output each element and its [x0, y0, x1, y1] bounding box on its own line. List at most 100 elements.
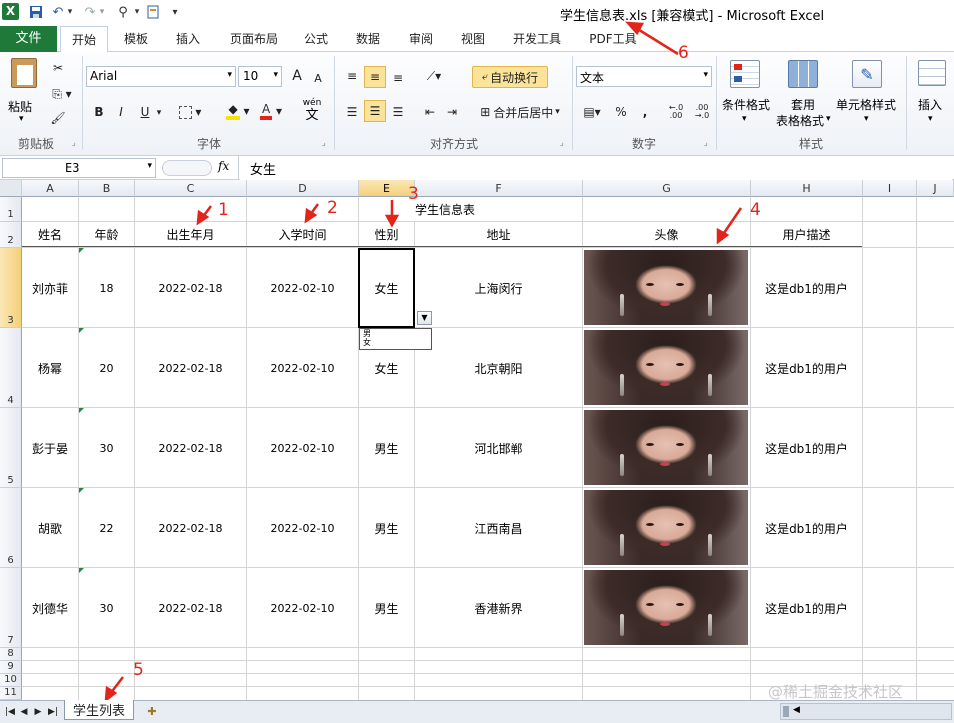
decrease-indent-icon[interactable]: ⇤ — [420, 102, 440, 122]
phonetic-guide-icon[interactable]: wén 文 — [298, 98, 326, 126]
format-painter-icon[interactable]: 🖌 — [48, 108, 68, 128]
font-size-select[interactable]: 10 ▾ — [238, 66, 282, 87]
comma-button[interactable]: , — [638, 102, 652, 122]
border-icon[interactable]: ▾ — [176, 102, 204, 122]
tab-insert[interactable]: 插入 — [162, 26, 214, 52]
format-as-table-button[interactable]: 套用 表格格式 ▾ — [774, 56, 832, 132]
tab-file[interactable]: 文件 — [0, 26, 57, 52]
align-right-icon[interactable]: ☰ — [388, 102, 408, 122]
customize-toolbar-icon[interactable]: ▾ — [170, 3, 180, 21]
redo-icon[interactable]: ↷ — [82, 3, 98, 21]
tab-formulas[interactable]: 公式 — [292, 26, 340, 52]
prev-sheet-icon[interactable]: ◀ — [18, 704, 30, 720]
align-center-icon[interactable]: ☰ — [364, 100, 386, 122]
increase-decimal-icon[interactable]: ←.0.00 — [664, 100, 688, 124]
fill-color-icon[interactable]: ◆ ▾ — [222, 100, 254, 122]
grow-font-button[interactable]: A — [288, 66, 306, 86]
clipboard-icon — [11, 58, 37, 88]
insert-function-icon[interactable]: fx — [218, 159, 229, 173]
save-icon[interactable] — [28, 3, 44, 21]
first-sheet-icon[interactable]: |◀ — [4, 704, 16, 720]
increase-indent-icon[interactable]: ⇥ — [442, 102, 462, 122]
last-sheet-icon[interactable]: ▶| — [46, 704, 60, 720]
undo-dropdown-icon[interactable]: ▾ — [66, 3, 74, 21]
format-as-table-label-2: 表格格式 — [776, 114, 825, 128]
chevron-down-icon: ▾ — [864, 114, 869, 124]
tab-page-layout[interactable]: 页面布局 — [222, 26, 286, 52]
align-top-icon[interactable]: ≡ — [342, 66, 362, 86]
decrease-decimal-icon[interactable]: .00 →.0 — [690, 100, 714, 124]
accounting-format-icon[interactable]: ▤▾ — [578, 102, 606, 122]
paste-dropdown-icon: ▾ — [19, 114, 24, 124]
merge-center-button[interactable]: ⊞ 合并后居中 ▾ — [472, 102, 568, 122]
shrink-font-button[interactable]: A — [310, 69, 326, 87]
formula-bar-divider — [238, 156, 239, 180]
number-format-select[interactable]: 文本 ▾ — [576, 66, 712, 87]
next-sheet-icon[interactable]: ▶ — [32, 704, 44, 720]
bold-button[interactable]: B — [90, 102, 108, 122]
formula-content: 女生 — [250, 163, 277, 178]
find-dropdown-icon[interactable]: ▾ — [133, 3, 141, 21]
number-format-value: 文本 — [580, 71, 605, 85]
tab-developer[interactable]: 开发工具 — [504, 26, 570, 52]
sheet-tab-active[interactable]: 学生列表 — [64, 700, 134, 720]
formula-bar-resize-handle[interactable] — [162, 160, 212, 176]
name-box[interactable]: E3 ▾ — [2, 158, 156, 178]
conditional-format-button[interactable]: 条件格式 ▾ — [720, 56, 774, 132]
scroll-left-icon[interactable]: ◀ — [793, 705, 800, 715]
font-name-select[interactable]: Arial ▾ — [86, 66, 236, 87]
alignment-expand-icon[interactable]: ⌟ — [560, 138, 564, 147]
percent-button[interactable]: % — [612, 102, 630, 122]
wrap-text-button[interactable]: ⤶ 自动换行 — [472, 66, 548, 88]
chevron-down-icon: ▾ — [742, 114, 747, 124]
excel-logo-icon[interactable]: X — [2, 3, 19, 20]
tab-review[interactable]: 审阅 — [396, 26, 446, 52]
phonetic-label: wén — [302, 98, 322, 108]
insert-cells-button[interactable]: 插入 ▾ — [912, 56, 952, 132]
annotation-label: 5 — [133, 660, 144, 680]
cut-icon[interactable]: ✂ — [48, 58, 68, 78]
paste-button[interactable]: 粘贴 ▾ — [4, 56, 44, 126]
align-bottom-icon[interactable]: ≡ — [388, 68, 408, 88]
tab-home[interactable]: 开始 — [60, 26, 108, 53]
group-separator — [716, 56, 717, 150]
conditional-format-label: 条件格式 — [722, 98, 771, 112]
scrollbar-split-handle[interactable] — [783, 706, 789, 717]
number-expand-icon[interactable]: ⌟ — [704, 138, 708, 147]
copy-icon[interactable]: ⎘ ▾ — [48, 84, 76, 104]
chevron-down-icon: ▾ — [147, 161, 152, 171]
align-middle-icon[interactable]: ≡ — [364, 66, 386, 88]
underline-button[interactable]: U — [136, 102, 154, 122]
clipboard-expand-icon[interactable]: ⌟ — [72, 138, 76, 147]
insert-cells-label: 插入 — [918, 98, 943, 112]
underline-dropdown-icon[interactable]: ▾ — [154, 104, 164, 122]
formula-input[interactable]: 女生 — [240, 156, 952, 180]
tab-data[interactable]: 数据 — [344, 26, 392, 52]
watermark: @稀土掘金技术社区 — [768, 683, 904, 701]
horizontal-scrollbar[interactable]: ◀ — [780, 703, 952, 720]
font-size-value: 10 — [243, 69, 259, 83]
print-preview-icon[interactable] — [145, 3, 161, 21]
tab-template[interactable]: 模板 — [110, 26, 162, 52]
font-color-icon[interactable]: A ▾ — [256, 100, 286, 122]
undo-icon[interactable]: ↶ — [50, 3, 66, 21]
alignment-group-label: 对齐方式 — [429, 137, 478, 151]
window-title: 学生信息表.xls [兼容模式] - Microsoft Excel — [560, 9, 825, 24]
name-box-value: E3 — [65, 161, 80, 175]
annotation-label: 4 — [750, 200, 761, 220]
redo-dropdown-icon[interactable]: ▾ — [98, 3, 106, 21]
cell-styles-button[interactable]: ✎ 单元格样式 ▾ — [836, 56, 900, 132]
align-left-icon[interactable]: ☰ — [342, 102, 362, 122]
formula-bar: E3 ▾ fx 女生 — [0, 156, 954, 180]
spreadsheet-grid[interactable]: A B C D E F G H I J 1 2 3 4 5 6 7 8 9 10… — [0, 180, 954, 700]
tab-view[interactable]: 视图 — [448, 26, 498, 52]
chevron-down-icon: ▾ — [227, 70, 232, 80]
find-binoculars-icon[interactable]: ⚲ — [113, 3, 133, 21]
italic-button[interactable]: I — [112, 102, 130, 122]
number-group-label: 数字 — [631, 137, 656, 151]
chevron-down-icon: ▾ — [826, 114, 831, 124]
font-expand-icon[interactable]: ⌟ — [322, 138, 326, 147]
new-sheet-icon[interactable]: ✚ — [142, 703, 162, 719]
chevron-down-icon: ▾ — [928, 114, 933, 124]
orientation-icon[interactable]: ⟋▾ — [420, 66, 448, 86]
